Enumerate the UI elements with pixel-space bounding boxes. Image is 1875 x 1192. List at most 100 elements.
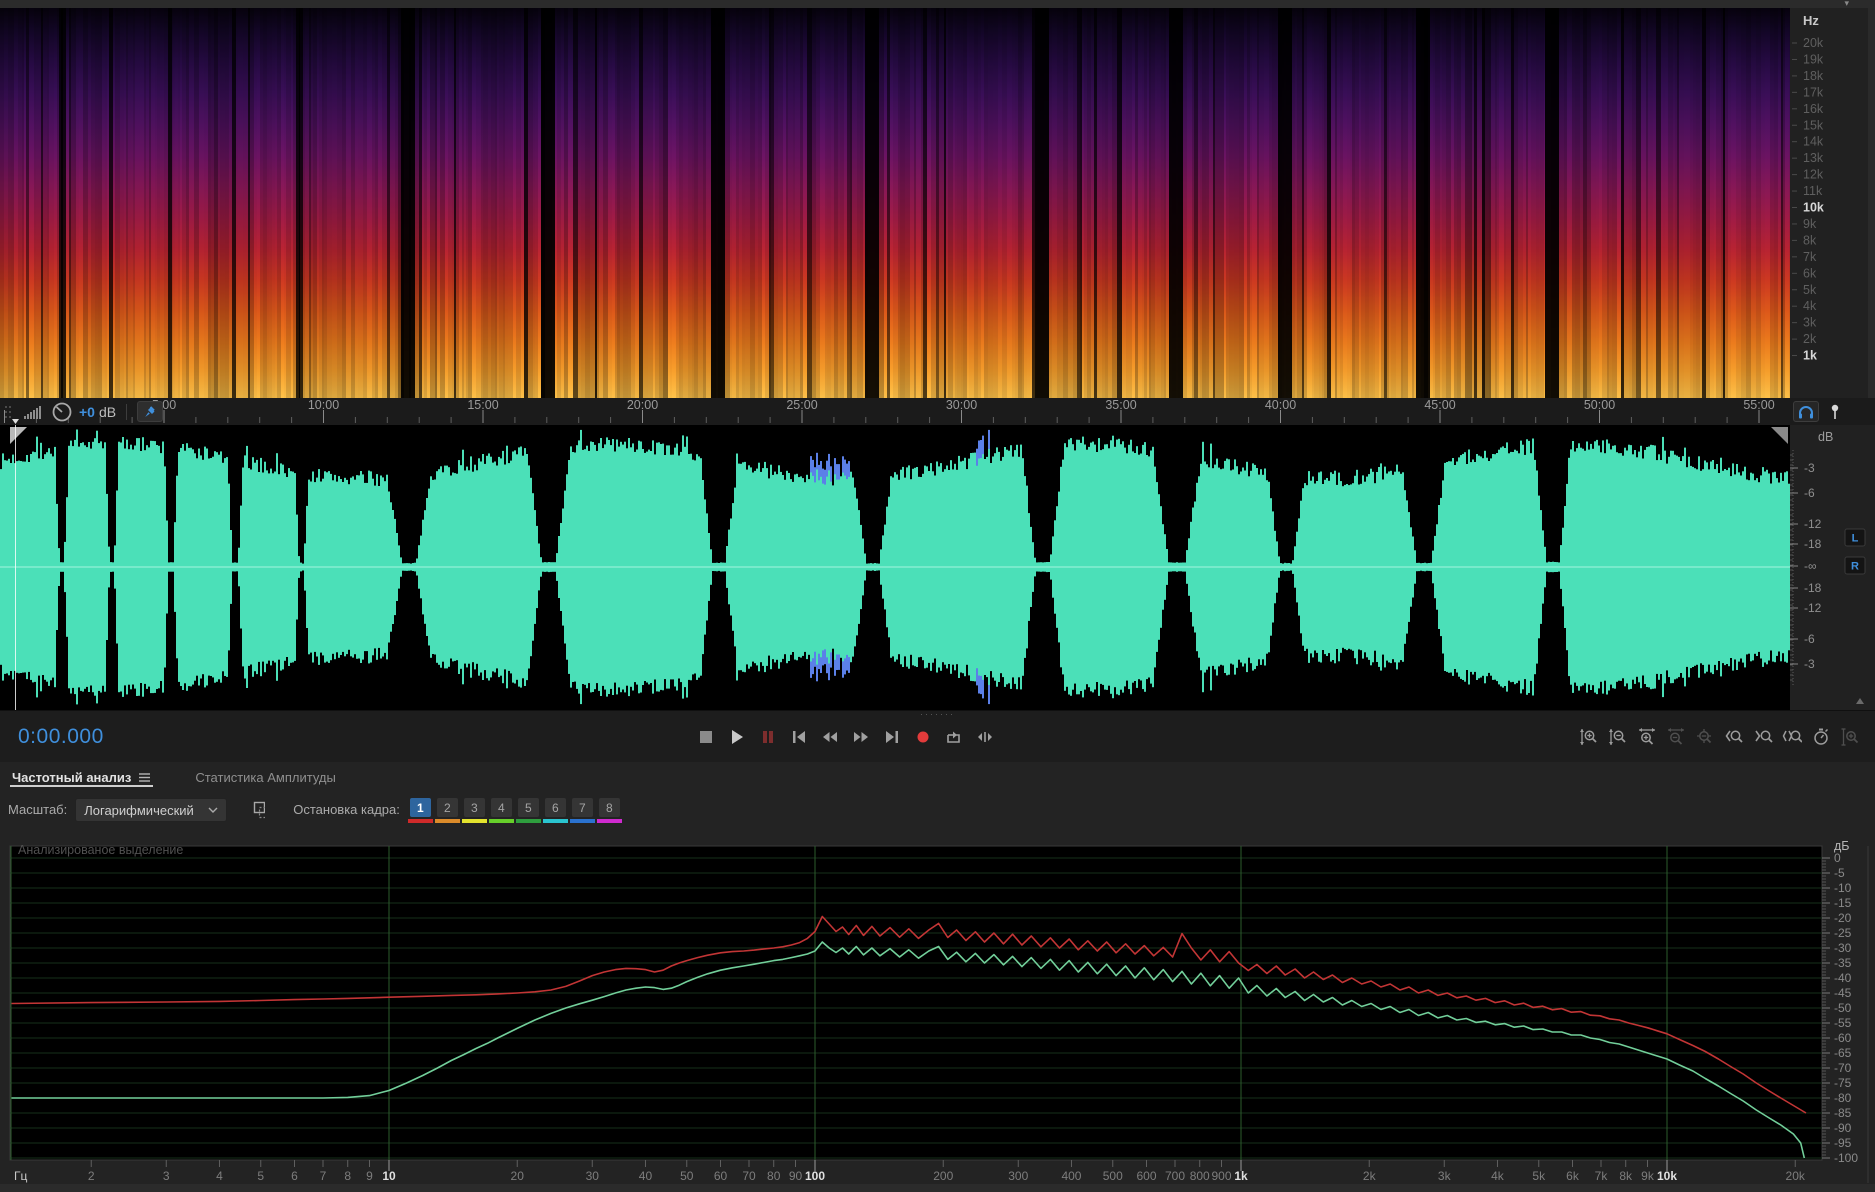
zin-point-icon <box>1725 730 1743 743</box>
skip-to-start-button[interactable] <box>786 725 811 749</box>
hold-button-8[interactable]: 8 <box>596 798 622 823</box>
x-tick-label: 300 <box>1008 1169 1028 1183</box>
tab-amplitude-statistics[interactable]: Статистика Амплитуды <box>193 762 337 792</box>
ruler-time-label: 45:00 <box>1424 398 1455 412</box>
channel-badge-label: L <box>1852 533 1859 545</box>
spectrogram-display[interactable] <box>0 8 1790 398</box>
y-tick-label: -85 <box>1834 1106 1852 1120</box>
y-tick-label: -20 <box>1834 911 1852 925</box>
audition-window: ······· ▾ Hz20k19k18k17k16k15k14k13k12k1… <box>0 0 1875 1192</box>
hold-button-number: 2 <box>436 798 458 817</box>
scale-select[interactable]: Логарифмический <box>75 798 228 822</box>
right-corner-grip[interactable] <box>1771 427 1788 444</box>
rewind-button[interactable] <box>817 725 842 749</box>
amplitude-scale-label: -12 <box>1804 601 1822 615</box>
ruler-time-label: 15:00 <box>467 398 498 412</box>
timeline-ruler[interactable]: 5:00 10:00 15:00 20:00 25:00 30:00 35:00 40:00 4… <box>0 398 1875 425</box>
tab-frequency-analysis[interactable]: Частотный анализ <box>10 762 154 792</box>
x-tick-label: 1k <box>1234 1169 1248 1183</box>
hold-color-swatch <box>407 819 433 823</box>
ruler-time-label: 40:00 <box>1265 398 1296 412</box>
y-tick-label: -50 <box>1834 1001 1852 1015</box>
spectrogram-scrollbar[interactable] <box>1868 8 1875 398</box>
spectrogram-texture <box>0 8 1790 398</box>
marker-icon[interactable] <box>1827 403 1843 421</box>
x-tick-label: 7 <box>320 1169 327 1183</box>
pin-button[interactable] <box>137 401 164 422</box>
zoom-duration-button[interactable] <box>1808 725 1833 749</box>
stop-button[interactable] <box>693 725 718 749</box>
frequency-scale: Hz 20k 19k 18k 17k 16k 15k 14k 13k 12k 11k 10k 9k 8k 7… <box>1790 8 1875 398</box>
copy-icon <box>254 801 266 819</box>
zoom-to-selection-button[interactable] <box>1779 725 1804 749</box>
hold-buttons: 12345678 <box>407 798 622 823</box>
zoom-toolbar <box>1576 725 1862 749</box>
hold-button-4[interactable]: 4 <box>488 798 514 823</box>
hold-button-3[interactable]: 3 <box>461 798 487 823</box>
analyzed-selection-label: Анализированое выделение <box>18 843 183 857</box>
zoom-to-out-point-button[interactable] <box>1750 725 1775 749</box>
freq-scale-label: 6k <box>1803 266 1817 280</box>
hold-button-7[interactable]: 7 <box>569 798 595 823</box>
time-display[interactable]: 0:00.000 <box>18 725 104 749</box>
record-button[interactable] <box>910 725 935 749</box>
freq-scale-label: 14k <box>1803 135 1824 149</box>
skip-start-icon <box>792 731 805 743</box>
y-tick-label: -95 <box>1834 1136 1852 1150</box>
hold-button-6[interactable]: 6 <box>542 798 568 823</box>
ruler-time-label: 35:00 <box>1105 398 1136 412</box>
zoom-in-vertical-button[interactable] <box>1576 725 1601 749</box>
ruler-time-label: 55:00 <box>1743 398 1774 412</box>
zreset-icon <box>1696 729 1711 744</box>
x-tick-label: 90 <box>789 1169 803 1183</box>
freq-scale-label: 9k <box>1803 217 1817 231</box>
zoom-full-button <box>1837 725 1862 749</box>
amplitude-scale-label: -18 <box>1804 581 1822 595</box>
zoom-to-in-point-button[interactable] <box>1721 725 1746 749</box>
panel-menu-icon[interactable] <box>138 772 151 783</box>
zoom-out-vertical-button[interactable] <box>1605 725 1630 749</box>
monitor-button[interactable] <box>1793 401 1819 422</box>
skip-to-end-button[interactable] <box>879 725 904 749</box>
x-tick-label: 400 <box>1061 1169 1081 1183</box>
freq-scale-label: 4k <box>1803 299 1817 313</box>
fast-forward-button[interactable] <box>848 725 873 749</box>
waveform-display[interactable] <box>0 425 1790 710</box>
hold-button-5[interactable]: 5 <box>515 798 541 823</box>
gain-unit: dB <box>98 403 117 420</box>
hold-button-1[interactable]: 1 <box>407 798 433 823</box>
freq-scale-label: 1k <box>1803 349 1817 363</box>
x-tick-label: 4k <box>1491 1169 1505 1183</box>
frequency-plot[interactable]: 2 3 4 5 6 7 8 9 10 20 30 40 50 60 70 80 90 100 200 300 400 50… <box>0 838 1875 1192</box>
panel-drag-handle[interactable]: ······· ▾ <box>0 0 1875 15</box>
gain-value[interactable]: +0 <box>79 404 95 420</box>
meter-icon[interactable] <box>23 403 45 421</box>
freq-scale-label: 19k <box>1803 52 1824 66</box>
hold-button-number: 5 <box>517 798 539 817</box>
knob-icon[interactable] <box>51 401 73 423</box>
x-axis-unit: Гц <box>14 1169 27 1183</box>
y-tick-label: -55 <box>1834 1016 1852 1030</box>
skip-playhead-button[interactable] <box>972 725 997 749</box>
ruler-time-label: 25:00 <box>786 398 817 412</box>
zoom-in-horizontal-button[interactable] <box>1634 725 1659 749</box>
copy-data-button[interactable] <box>247 798 271 822</box>
x-tick-label: 8 <box>344 1169 351 1183</box>
x-tick-label: 10k <box>1657 1169 1677 1183</box>
y-tick-label: -80 <box>1834 1091 1852 1105</box>
freq-scale-label: 5k <box>1803 283 1817 297</box>
zselection-icon <box>1782 730 1802 743</box>
drag-handle-dots[interactable]: ······· <box>0 710 1875 719</box>
x-tick-label: 500 <box>1103 1169 1123 1183</box>
y-tick-label: -45 <box>1834 986 1852 1000</box>
freq-scale-label: 12k <box>1803 168 1824 182</box>
loop-playback-button[interactable] <box>941 725 966 749</box>
pause-button[interactable] <box>755 725 780 749</box>
play-button[interactable] <box>724 725 749 749</box>
loop-icon <box>946 731 960 743</box>
left-corner-grip[interactable] <box>10 427 27 444</box>
hold-button-2[interactable]: 2 <box>434 798 460 823</box>
y-tick-label: -70 <box>1834 1061 1852 1075</box>
x-tick-label: 20 <box>511 1169 525 1183</box>
amplitude-scale-label: -6 <box>1804 486 1815 500</box>
